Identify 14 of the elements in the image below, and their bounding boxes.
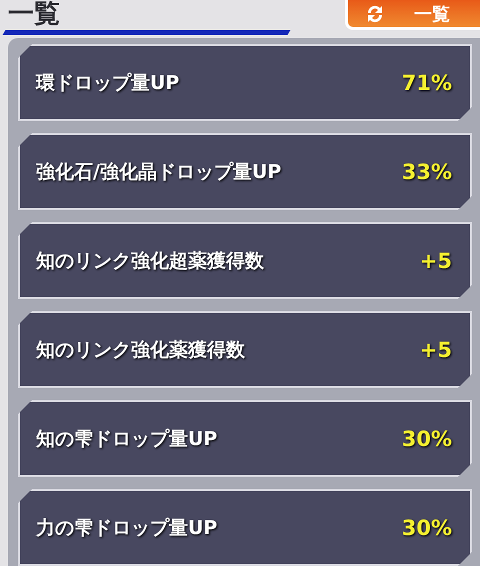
list-button[interactable]: 一覧 [345, 0, 480, 30]
bonus-value: 33% [402, 160, 452, 184]
bonus-value: 71% [402, 70, 452, 94]
bonus-name: 環ドロップ量UP [36, 70, 180, 96]
bonus-name: 強化石/強化晶ドロップ量UP [36, 160, 282, 184]
bonus-name: 力の雫ドロップ量UP [36, 516, 218, 540]
bonus-name: 知のリンク強化薬獲得数 [36, 338, 245, 362]
bonus-name: 知の雫ドロップ量UP [36, 426, 218, 452]
bonus-value: +5 [420, 338, 452, 362]
bonus-value: 30% [402, 516, 452, 540]
bonus-value: 30% [402, 426, 452, 450]
page-title: 一覧 [8, 0, 60, 28]
bonus-value: +5 [420, 248, 452, 272]
bonus-name: 知のリンク強化超薬獲得数 [36, 248, 264, 274]
